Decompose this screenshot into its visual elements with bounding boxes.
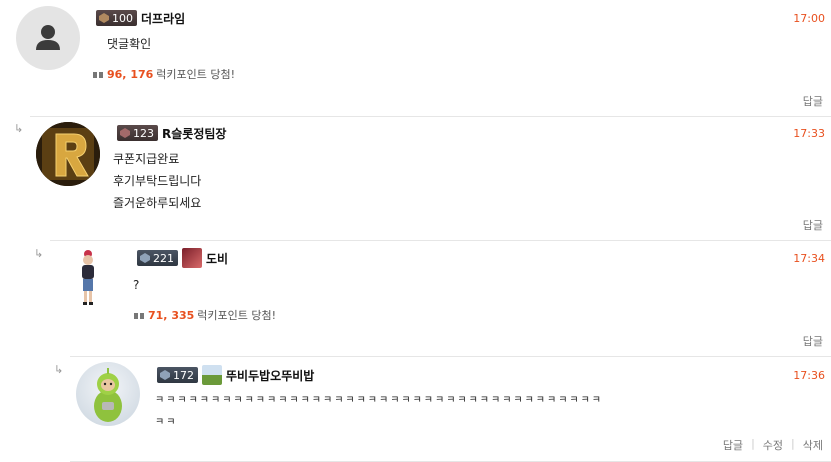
comment-line: ? (133, 278, 140, 292)
comment-time: 17:36 (793, 369, 825, 382)
edit-button[interactable]: 수정 (763, 437, 783, 453)
reply-arrow-icon: ↳ (14, 122, 24, 135)
level-number: 123 (133, 126, 154, 140)
level-icon (160, 370, 170, 380)
reply-button[interactable]: 답글 (803, 333, 823, 349)
profile-mini-image (202, 365, 222, 385)
profile-mini-image (182, 248, 202, 268)
letter-r-logo (36, 122, 100, 186)
gift-icon (134, 311, 144, 319)
character-figure (82, 250, 94, 305)
delete-button[interactable]: 삭제 (803, 437, 823, 453)
comment-line: 쿠폰지급완료 (113, 152, 180, 166)
comment-line: ㅋㅋㅋㅋㅋㅋㅋㅋㅋㅋㅋㅋㅋㅋㅋㅋㅋㅋㅋㅋㅋㅋㅋㅋㅋㅋㅋㅋㅋㅋㅋㅋㅋㅋㅋㅋㅋㅋㅋㅋ (155, 395, 603, 406)
comment-body: ㅋㅋㅋㅋㅋㅋㅋㅋㅋㅋㅋㅋㅋㅋㅋㅋㅋㅋㅋㅋㅋㅋㅋㅋㅋㅋㅋㅋㅋㅋㅋㅋㅋㅋㅋㅋㅋㅋㅋㅋ… (155, 390, 825, 434)
separator: | (791, 437, 795, 450)
point-label: 럭키포인트 당첨! (197, 309, 277, 322)
user-icon (36, 25, 60, 50)
default-avatar[interactable] (16, 6, 80, 70)
author-nick[interactable]: 도비 (206, 250, 228, 267)
level-number: 221 (153, 251, 174, 265)
separator: | (751, 437, 755, 450)
comment-line: 댓글확인 (107, 37, 152, 51)
level-icon (120, 128, 130, 138)
lucky-point: 96, 176 럭키포인트 당첨! (92, 66, 235, 82)
comment-line: ㅋㅋ (155, 417, 178, 428)
point-value: 71, 335 (148, 308, 195, 322)
teletubby-image (94, 368, 122, 422)
point-value: 96, 176 (107, 67, 154, 81)
level-badge: 123 (117, 125, 158, 141)
level-badge: 172 (157, 367, 198, 383)
divider (30, 116, 831, 117)
divider (50, 240, 831, 241)
comment-body: ? (133, 274, 139, 296)
level-badge: 100 (96, 10, 137, 26)
comment-time: 17:34 (793, 252, 825, 265)
level-number: 100 (112, 11, 133, 25)
author-avatar[interactable] (36, 122, 100, 186)
comment-time: 17:33 (793, 127, 825, 140)
lucky-point: 71, 335 럭키포인트 당첨! (133, 307, 276, 323)
comment-line: 즐거운하루되세요 (113, 196, 202, 210)
level-icon (99, 13, 109, 23)
comment-1: 100 더프라임 17:00 댓글확인 96, 176 럭키포인트 당첨! 답글 (0, 0, 831, 116)
level-number: 172 (173, 368, 194, 382)
reply-button[interactable]: 답글 (803, 93, 823, 109)
reply-button[interactable]: 답글 (723, 437, 743, 453)
author-avatar[interactable] (56, 246, 120, 310)
divider (70, 356, 831, 357)
comment-body: 댓글확인 (107, 33, 151, 55)
comment-body: 쿠폰지급완료 후기부탁드립니다 즐거운하루되세요 (113, 148, 201, 214)
level-icon (140, 253, 150, 263)
point-label: 럭키포인트 당첨! (156, 68, 236, 81)
level-badge: 221 (137, 250, 178, 266)
gift-icon (93, 70, 103, 78)
comment-line: 후기부탁드립니다 (113, 174, 202, 188)
author-nick[interactable]: 뚜비두밥오뚜비밥 (226, 367, 314, 384)
author-nick[interactable]: 더프라임 (141, 10, 185, 27)
comment-time: 17:00 (793, 12, 825, 25)
reply-arrow-icon: ↳ (54, 363, 64, 376)
reply-button[interactable]: 답글 (803, 217, 823, 233)
author-avatar[interactable] (76, 362, 140, 426)
author-nick[interactable]: R슬롯정팀장 (162, 125, 226, 142)
reply-arrow-icon: ↳ (34, 247, 44, 260)
